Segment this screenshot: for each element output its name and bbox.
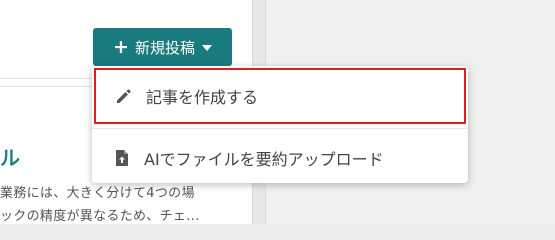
new-post-button-label: 新規投稿 (134, 38, 195, 57)
new-post-dropdown-menu: 記事を作成する AIでファイルを要約アップロード (92, 66, 468, 183)
menu-item-ai-summary-upload-label: AIでファイルを要約アップロード (144, 150, 384, 169)
new-post-button[interactable]: + 新規投稿 (93, 28, 232, 66)
article-card-excerpt-line2: ックの精度が異なるため、チェ... (0, 209, 200, 224)
caret-down-icon (201, 45, 212, 51)
menu-item-create-article-label: 記事を作成する (146, 88, 259, 107)
file-upload-icon (112, 148, 132, 168)
menu-item-create-article[interactable]: 記事を作成する (94, 68, 466, 124)
plus-icon: + (113, 35, 129, 58)
page: ル 業務には、大きく分けて4つの場 ックの精度が異なるため、チェ... + 新規… (0, 0, 555, 224)
article-card-excerpt-line1: 業務には、大きく分けて4つの場 (0, 186, 195, 201)
menu-divider (92, 128, 468, 129)
pencil-icon (114, 86, 134, 106)
article-card-title[interactable]: ル (0, 142, 20, 171)
menu-item-ai-summary-upload[interactable]: AIでファイルを要約アップロード (92, 136, 468, 180)
